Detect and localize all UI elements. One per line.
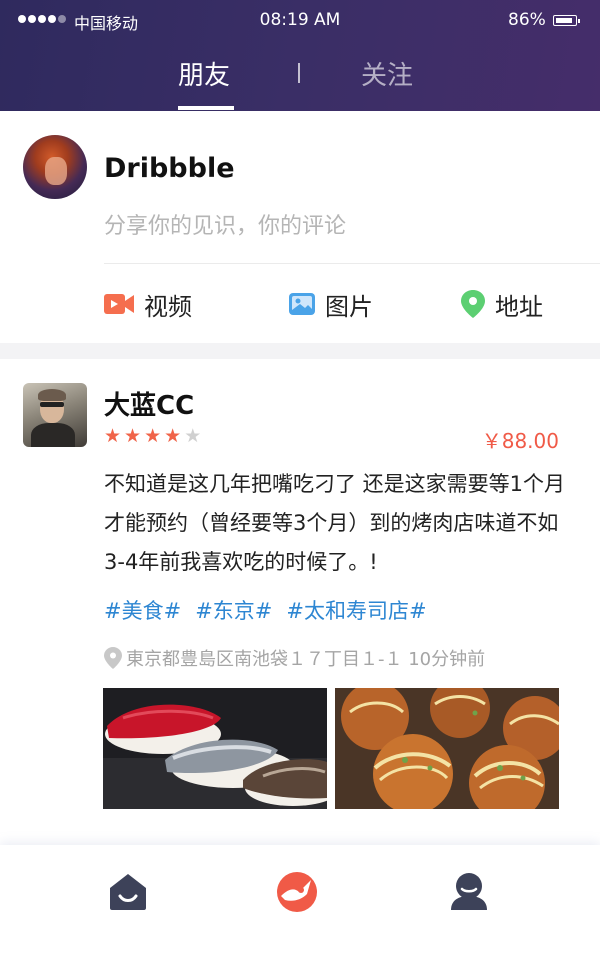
home-indicator-area: [0, 939, 600, 965]
location-and-time: 東京都豊島区南池袋１７丁目１-１ 10分钟前: [126, 649, 486, 670]
share-input[interactable]: [104, 209, 574, 243]
nav-profile-button[interactable]: [447, 870, 491, 914]
video-button[interactable]: 视频: [104, 286, 192, 322]
image-icon: [289, 293, 315, 315]
active-tab-indicator: [178, 106, 234, 110]
tag-food[interactable]: #美食#: [104, 595, 181, 625]
sushi-photo[interactable]: [103, 688, 327, 809]
battery-icon: [553, 15, 580, 26]
takoyaki-photo[interactable]: [335, 688, 559, 809]
location-label: 地址: [495, 292, 543, 321]
rating-stars: ★ ★ ★ ★ ★: [104, 427, 201, 446]
tag-restaurant[interactable]: #太和寿司店#: [286, 595, 426, 625]
post-text: 不知道是这几年把嘴吃刁了 还是这家需要等1个月才能预约（曾经要等3个月）到的烤肉…: [104, 472, 566, 574]
star-icon: ★: [144, 425, 162, 447]
location-pin-icon: [104, 647, 122, 669]
feed-post: 大蓝CC ★ ★ ★ ★ ★ ￥88.00 不知道是这几年把嘴吃刁了 还是这家需…: [0, 359, 600, 845]
avatar[interactable]: [23, 135, 87, 199]
tag-list: #美食# #东京# #太和寿司店#: [104, 595, 427, 625]
tab-following[interactable]: 关注: [361, 55, 413, 92]
discover-icon: [277, 872, 317, 912]
divider: [104, 263, 600, 264]
app-header: 中国移动 08:19 AM 86% 朋友 关注: [0, 0, 600, 111]
star-icon: ★: [124, 425, 142, 447]
video-label: 视频: [144, 292, 192, 321]
avatar[interactable]: [23, 383, 87, 447]
video-icon: [104, 294, 134, 314]
takoyaki-illustration: [335, 688, 559, 809]
nav-home-button[interactable]: [106, 870, 150, 914]
battery-percentage: 86%: [508, 10, 546, 30]
post-location[interactable]: 東京都豊島区南池袋１７丁目１-１ 10分钟前: [104, 645, 485, 671]
star-icon: ★: [164, 425, 182, 447]
bottom-navigation: [0, 845, 600, 939]
home-icon: [110, 874, 146, 910]
current-user-name: Dribbble: [104, 153, 235, 184]
star-empty-icon: ★: [184, 425, 202, 447]
profile-icon: [451, 873, 487, 910]
sushi-illustration: [103, 688, 327, 809]
post-composer: Dribbble 视频 图片 地址: [0, 111, 600, 343]
location-button[interactable]: 地址: [461, 286, 543, 322]
status-bar: 中国移动 08:19 AM 86%: [0, 0, 600, 42]
nav-discover-button[interactable]: [275, 870, 319, 914]
feed-tabs: 朋友 关注: [0, 55, 600, 111]
location-pin-icon: [461, 290, 485, 318]
tab-divider: [298, 63, 300, 83]
section-divider: [0, 343, 600, 359]
star-icon: ★: [104, 425, 122, 447]
image-label: 图片: [325, 292, 373, 321]
price: ￥88.00: [481, 429, 559, 453]
image-button[interactable]: 图片: [289, 286, 373, 322]
tab-friends[interactable]: 朋友: [178, 55, 230, 92]
post-author-name[interactable]: 大蓝CC: [104, 385, 194, 422]
tag-tokyo[interactable]: #东京#: [195, 595, 272, 625]
